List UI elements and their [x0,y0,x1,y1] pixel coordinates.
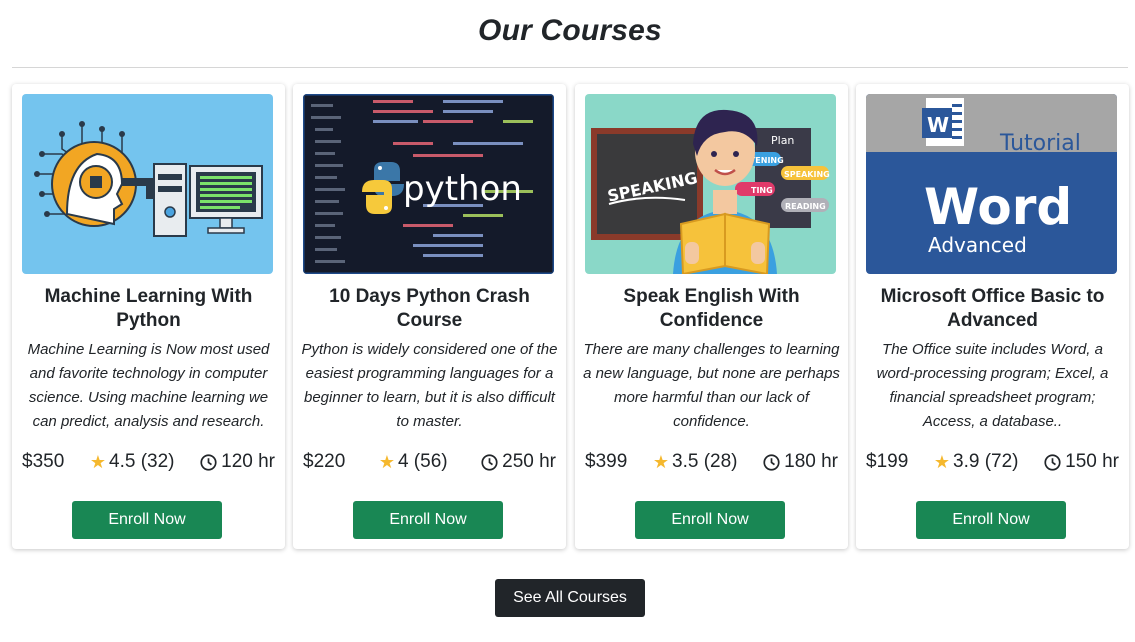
clock-icon [763,453,780,471]
star-icon: ★ [933,451,951,472]
star-icon: ★ [378,451,395,472]
svg-text:Plan: Plan [771,134,794,147]
course-meta: $199 ★ 3.9 (72) 150 hr [866,450,1119,474]
course-title: Machine Learning With Python [44,286,253,331]
course-rating: ★ 4.5 (32) [90,451,175,473]
enroll-button[interactable]: Enroll Now [353,501,503,539]
svg-text:W: W [927,113,949,137]
star-icon: ★ [652,451,670,472]
enroll-button[interactable]: Enroll Now [916,501,1066,539]
course-description: Python is widely considered one of the e… [301,341,558,430]
course-duration: 250 hr [481,451,556,473]
course-duration: 180 hr [763,451,838,473]
svg-text:SPEAKING: SPEAKING [784,170,830,179]
clock-icon [1044,453,1061,471]
course-image-english: SPEAKING Plan LISTENING SPEAKING TING RE… [585,94,836,274]
course-title: Microsoft Office Basic to Advanced [880,286,1105,331]
course-meta: $399 ★ 3.5 (28) 180 hr [585,450,838,474]
course-card-english: SPEAKING Plan LISTENING SPEAKING TING RE… [575,84,848,549]
course-meta: $220 ★ 4 (56) 250 hr [303,450,556,474]
course-duration-value: 120 hr [221,451,275,472]
course-title: 10 Days Python Crash Course [329,286,530,331]
course-card-python: python 10 Days Python Crash Course Pytho… [293,84,566,549]
course-image-python: python [303,94,554,274]
star-icon: ★ [89,451,107,472]
course-price: $350 [22,451,65,472]
course-description: There are many challenges to learning a … [583,341,840,430]
svg-text:Word: Word [924,178,1072,236]
clock-icon [481,453,498,471]
course-duration-value: 250 hr [502,451,556,472]
course-title: Speak English With Confidence [623,286,800,331]
svg-text:Tutorial: Tutorial [999,131,1081,156]
svg-text:TING: TING [751,186,773,195]
course-rating: ★ 4 (56) [379,451,448,473]
section-title: Our Courses [478,14,662,47]
course-price: $399 [585,451,628,472]
enroll-button[interactable]: Enroll Now [72,501,222,539]
course-description: The Office suite includes Word, a word-p… [876,341,1109,430]
course-duration-value: 150 hr [1065,451,1119,472]
course-meta: $350 ★ 4.5 (32) 120 hr [22,450,275,474]
course-duration: 120 hr [200,451,275,473]
enroll-button[interactable]: Enroll Now [635,501,785,539]
clock-icon [200,453,217,471]
course-duration-value: 180 hr [784,451,838,472]
svg-text:Advanced: Advanced [928,233,1027,257]
course-rating: ★ 3.9 (72) [934,451,1019,473]
course-rating-value: 4 (56) [397,451,448,472]
course-rating-value: 4.5 (32) [109,451,175,472]
title-divider [12,67,1128,68]
course-rating: ★ 3.5 (28) [653,451,738,473]
python-logo-text: python [403,169,522,209]
course-image-ms-office: W Tutorial Word Advanced [866,94,1117,274]
svg-text:READING: READING [785,202,826,211]
course-card-ms-office: W Tutorial Word Advanced Microsoft Offic… [856,84,1129,549]
course-card-machine-learning: Machine Learning With Python Machine Lea… [12,84,285,549]
course-image-machine-learning [22,94,273,274]
course-description: Machine Learning is Now most used and fa… [27,341,270,430]
course-price: $220 [303,451,346,472]
course-rating-value: 3.9 (72) [953,451,1019,472]
see-all-courses-button[interactable]: See All Courses [495,579,645,617]
course-duration: 150 hr [1044,451,1119,473]
course-rating-value: 3.5 (28) [672,451,738,472]
course-price: $199 [866,451,909,472]
